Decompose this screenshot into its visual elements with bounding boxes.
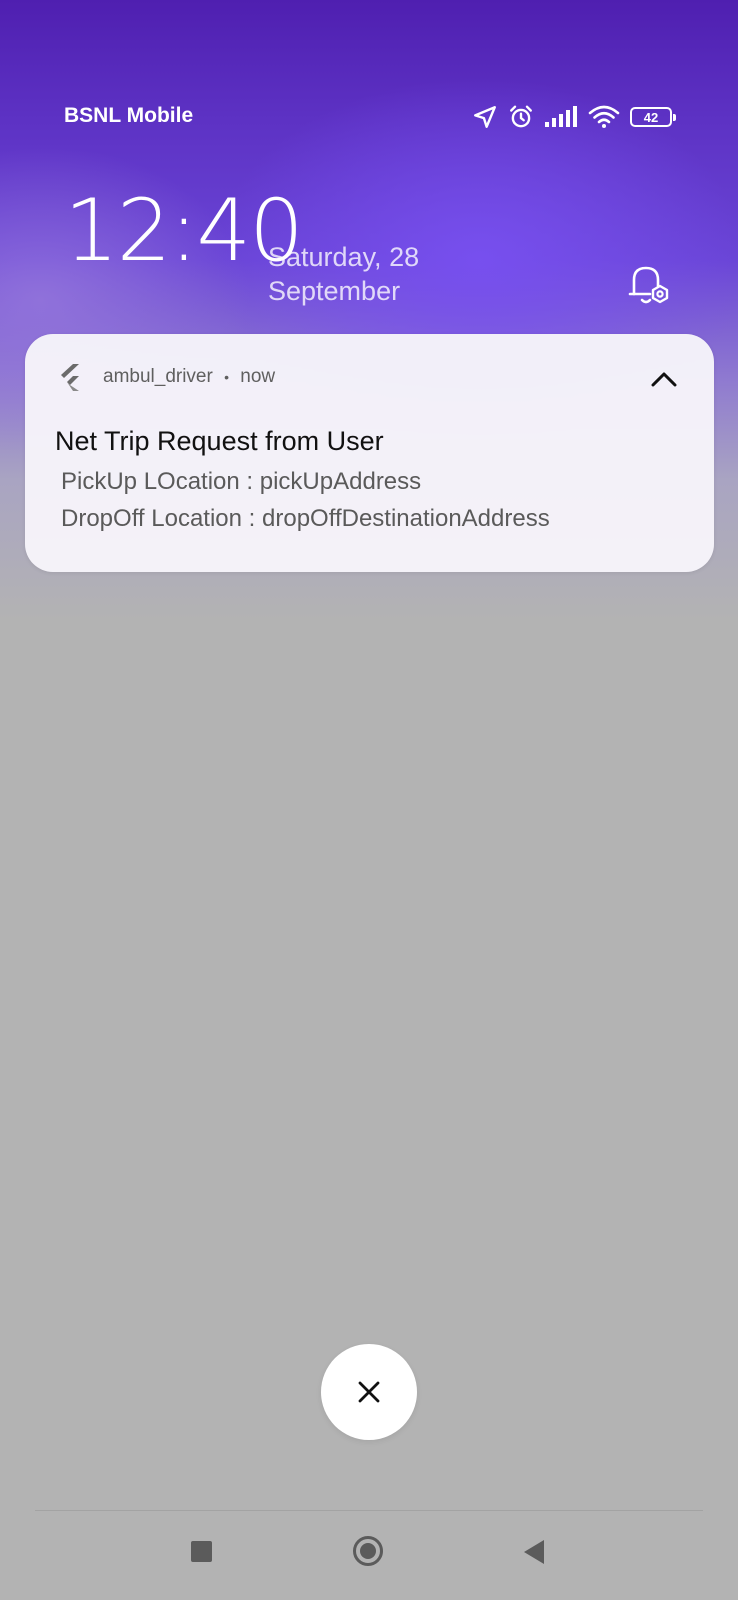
status-icons: 42 <box>472 104 676 130</box>
signal-icon <box>545 106 577 127</box>
notification-pickup-line: PickUp LOcation : pickUpAddress <box>61 468 422 495</box>
wifi-icon <box>588 105 620 128</box>
notification-title: Net Trip Request from User <box>55 426 384 456</box>
back-button[interactable] <box>522 1539 546 1565</box>
notification-timestamp: now <box>240 366 276 387</box>
lockscreen-date: Saturday, 28 September <box>268 240 419 308</box>
notification-header: ambul_driver • now <box>55 362 275 392</box>
nav-divider <box>35 1510 703 1511</box>
battery-level: 42 <box>643 109 659 125</box>
clear-notifications-button[interactable] <box>321 1344 417 1440</box>
carrier-name: BSNL Mobile <box>64 104 194 127</box>
app-name-text: ambul_driver <box>103 366 213 387</box>
lockscreen-clock: 12:40 <box>64 181 304 281</box>
home-button[interactable] <box>353 1536 383 1566</box>
flutter-app-icon <box>61 364 79 391</box>
close-icon <box>358 1381 380 1403</box>
date-line-day: Saturday, 28 <box>268 242 420 272</box>
notification-dropoff-line: DropOff Location : dropOffDestinationAdd… <box>61 505 550 532</box>
notification-card[interactable]: ambul_driver • now Net Trip Request from… <box>25 334 714 572</box>
header-separator: • <box>224 369 230 385</box>
chevron-up-icon[interactable] <box>648 364 680 396</box>
date-line-month: September <box>268 276 401 306</box>
location-icon <box>474 106 496 128</box>
navigation-bar <box>0 1525 738 1585</box>
battery-icon: 42 <box>630 107 676 127</box>
notification-app-name: ambul_driver • now <box>103 366 275 388</box>
alarm-icon <box>510 105 532 128</box>
notification-settings-bell-icon[interactable] <box>626 262 674 308</box>
status-bar: BSNL Mobile 42 <box>0 0 738 140</box>
recents-button[interactable] <box>191 1541 212 1562</box>
